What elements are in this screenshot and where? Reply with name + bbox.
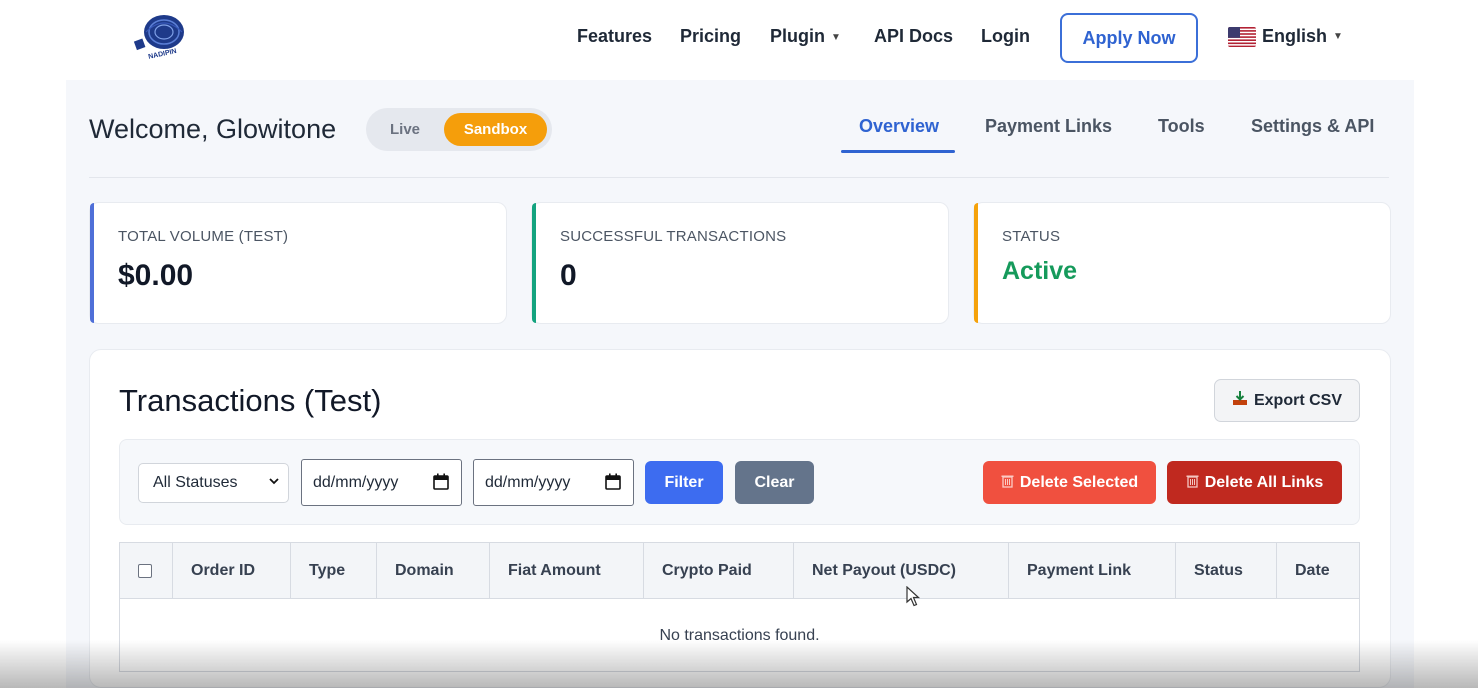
column-header[interactable]: Crypto Paid	[644, 543, 794, 599]
trash-icon	[1001, 474, 1014, 491]
tab-tools[interactable]: Tools	[1158, 116, 1205, 137]
language-label: English	[1262, 26, 1328, 46]
date-to-placeholder: dd/mm/yyyy	[485, 473, 571, 491]
stat-label: TOTAL VOLUME (TEST)	[118, 228, 289, 245]
filter-button[interactable]: Filter	[645, 461, 723, 504]
mode-sandbox-option[interactable]: Sandbox	[444, 113, 547, 146]
download-icon	[1232, 390, 1248, 411]
select-all-cell	[120, 543, 173, 599]
mode-live-option[interactable]: Live	[366, 108, 444, 151]
nav-features[interactable]: Features	[577, 26, 652, 47]
stat-value: $0.00	[118, 259, 194, 292]
empty-state-message: No transactions found.	[659, 627, 820, 644]
nav-api-docs[interactable]: API Docs	[874, 26, 953, 47]
mode-toggle[interactable]: Live Sandbox	[366, 108, 552, 151]
svg-text:NADIPIN: NADIPIN	[148, 48, 178, 61]
tab-settings-api[interactable]: Settings & API	[1251, 116, 1374, 137]
date-to-input[interactable]: dd/mm/yyyy	[473, 459, 634, 506]
calendar-icon[interactable]	[433, 473, 449, 495]
stat-card-successful-transactions: SUCCESSFUL TRANSACTIONS 0	[531, 202, 949, 324]
column-header[interactable]: Payment Link	[1009, 543, 1176, 599]
delete-selected-label: Delete Selected	[1019, 473, 1139, 491]
chevron-down-icon	[268, 475, 280, 490]
tab-payment-links[interactable]: Payment Links	[985, 116, 1112, 137]
column-header[interactable]: Domain	[377, 543, 490, 599]
nav-login[interactable]: Login	[981, 26, 1030, 47]
status-select-value: All Statuses	[153, 474, 238, 491]
column-header[interactable]: Type	[291, 543, 377, 599]
delete-all-links-label: Delete All Links	[1204, 473, 1324, 491]
caret-down-icon: ▼	[831, 32, 841, 43]
welcome-heading: Welcome, Glowitone	[89, 114, 337, 144]
card-accent-bar	[974, 203, 978, 323]
trash-icon	[1186, 474, 1199, 491]
export-csv-label: Export CSV	[1253, 391, 1342, 409]
table-header-row: Order ID Type Domain Fiat Amount Crypto …	[120, 543, 1359, 599]
delete-all-links-button[interactable]: Delete All Links	[1167, 461, 1342, 504]
caret-down-icon: ▼	[1333, 31, 1343, 42]
nav-plugin-dropdown[interactable]: Plugin ▼	[770, 26, 841, 47]
stat-label: STATUS	[1002, 228, 1061, 245]
column-header[interactable]: Order ID	[173, 543, 291, 599]
export-csv-button[interactable]: Export CSV	[1214, 379, 1360, 422]
calendar-icon[interactable]	[605, 473, 621, 495]
column-header[interactable]: Net Payout (USDC)	[794, 543, 1009, 599]
card-accent-bar	[532, 203, 536, 323]
top-navbar: NADIPIN Features Pricing Plugin ▼ API Doc…	[0, 0, 1478, 78]
apply-now-button[interactable]: Apply Now	[1060, 13, 1198, 63]
clear-button[interactable]: Clear	[735, 461, 814, 504]
nav-plugin-label: Plugin	[770, 26, 825, 46]
delete-selected-button[interactable]: Delete Selected	[983, 461, 1156, 504]
tab-overview[interactable]: Overview	[859, 116, 939, 137]
us-flag-icon	[1228, 26, 1256, 47]
select-all-checkbox[interactable]	[138, 564, 152, 578]
mouse-cursor-icon	[906, 585, 922, 613]
column-header[interactable]: Fiat Amount	[490, 543, 644, 599]
stat-card-total-volume: TOTAL VOLUME (TEST) $0.00	[89, 202, 507, 324]
column-header[interactable]: Date	[1277, 543, 1361, 599]
stat-label: SUCCESSFUL TRANSACTIONS	[560, 228, 787, 245]
transactions-table: Order ID Type Domain Fiat Amount Crypto …	[119, 542, 1360, 672]
stat-card-status: STATUS Active	[973, 202, 1391, 324]
column-header[interactable]: Status	[1176, 543, 1277, 599]
status-select[interactable]: All Statuses	[138, 463, 289, 503]
stat-value: 0	[560, 259, 577, 292]
nadipin-logo[interactable]: NADIPIN	[132, 10, 190, 62]
header-divider	[89, 177, 1389, 178]
nav-pricing[interactable]: Pricing	[680, 26, 741, 47]
card-accent-bar	[90, 203, 94, 323]
language-selector[interactable]: English ▼	[1228, 26, 1343, 47]
active-tab-indicator	[841, 150, 955, 153]
date-from-input[interactable]: dd/mm/yyyy	[301, 459, 462, 506]
date-from-placeholder: dd/mm/yyyy	[313, 473, 399, 491]
transactions-title: Transactions (Test)	[119, 383, 382, 418]
status-value: Active	[1002, 257, 1078, 285]
